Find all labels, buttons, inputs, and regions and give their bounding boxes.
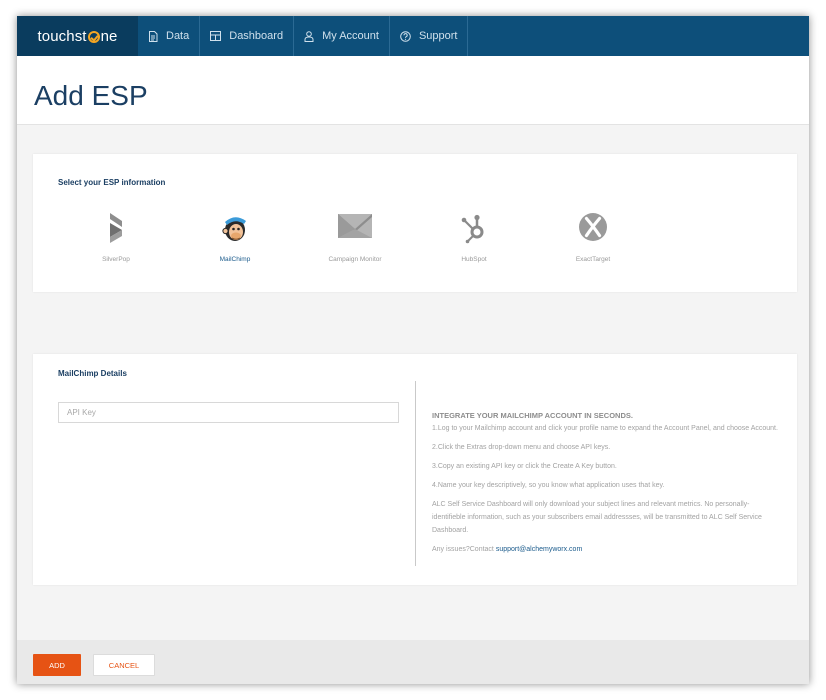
brand-name-end: ne (100, 27, 118, 45)
esp-option-exacttarget[interactable]: ExactTarget (548, 212, 638, 263)
brand-logo[interactable]: touchst ne (17, 16, 138, 56)
api-key-input[interactable] (58, 402, 399, 423)
nav-item-data[interactable]: Data (138, 16, 201, 56)
esp-selection-card: Select your ESP information SilverPop Ma… (33, 154, 797, 292)
support-line: Any issues?Contact support@alchemyworx.c… (432, 543, 780, 556)
esp-option-hubspot[interactable]: HubSpot (429, 212, 519, 263)
nav-item-dashboard[interactable]: Dashboard (200, 16, 295, 56)
brand-name-start: touchst (37, 27, 87, 45)
hubspot-icon (461, 214, 484, 244)
nav-label-dashboard: Dashboard (229, 30, 284, 42)
esp-label-campaign-monitor: Campaign Monitor (328, 256, 382, 263)
privacy-notice: ALC Self Service Dashboard will only dow… (432, 501, 762, 534)
nav-label-support: Support (418, 30, 458, 42)
esp-label-exacttarget: ExactTarget (575, 256, 611, 263)
instruction-step-1: 1.Log to your Mailchimp account and clic… (432, 425, 778, 432)
page-title: Add ESP (34, 80, 148, 111)
esp-label-hubspot: HubSpot (461, 256, 487, 263)
checkmark-o-icon (87, 31, 100, 43)
top-navigation: touchst ne Data Dashboard My Account Supp… (17, 16, 809, 56)
instruction-step-2: 2.Click the Extras drop-down menu and ch… (432, 444, 611, 451)
esp-option-campaign-monitor[interactable]: Campaign Monitor (310, 212, 400, 263)
help-icon (400, 30, 411, 42)
esp-label-silverpop: SilverPop (102, 256, 130, 263)
esp-details-card: MailChimp Details INTEGRATE YOUR MAILCHI… (33, 354, 797, 585)
mailchimp-icon (222, 217, 246, 241)
esp-option-silverpop[interactable]: SilverPop (71, 212, 161, 263)
footer-action-bar: ADD CANCEL (17, 640, 809, 684)
nav-label-data: Data (166, 30, 190, 42)
silverpop-icon (110, 213, 122, 243)
instruction-step-3: 3.Copy an existing API key or click the … (432, 463, 617, 470)
instruction-step-4: 4.Name your key descriptively, so you kn… (432, 482, 665, 489)
add-button[interactable]: ADD (33, 654, 81, 676)
nav-item-my-account[interactable]: My Account (294, 16, 390, 56)
esp-option-mailchimp[interactable]: MailChimp (190, 212, 280, 263)
user-icon (304, 30, 314, 42)
exacttarget-icon (579, 213, 607, 241)
app-window: touchst ne Data Dashboard My Account Supp… (17, 16, 809, 684)
vertical-divider (415, 381, 416, 566)
nav-item-support[interactable]: Support (390, 16, 469, 56)
dashboard-icon (210, 31, 222, 41)
campaign-monitor-icon (338, 214, 372, 238)
nav-label-my-account: My Account (322, 30, 379, 42)
page-header: Add ESP (17, 56, 809, 125)
details-title: MailChimp Details (58, 369, 127, 378)
integration-instructions: INTEGRATE YOUR MAILCHIMP ACCOUNT IN SECO… (432, 409, 780, 562)
esp-label-mailchimp: MailChimp (219, 256, 251, 263)
support-email-link[interactable]: support@alchemyworx.com (496, 546, 582, 553)
instructions-heading: INTEGRATE YOUR MAILCHIMP ACCOUNT IN SECO… (432, 411, 633, 420)
cancel-button[interactable]: CANCEL (93, 654, 155, 676)
esp-section-title: Select your ESP information (58, 178, 166, 187)
support-prefix: Any issues?Contact (432, 546, 496, 553)
document-icon (149, 30, 158, 42)
